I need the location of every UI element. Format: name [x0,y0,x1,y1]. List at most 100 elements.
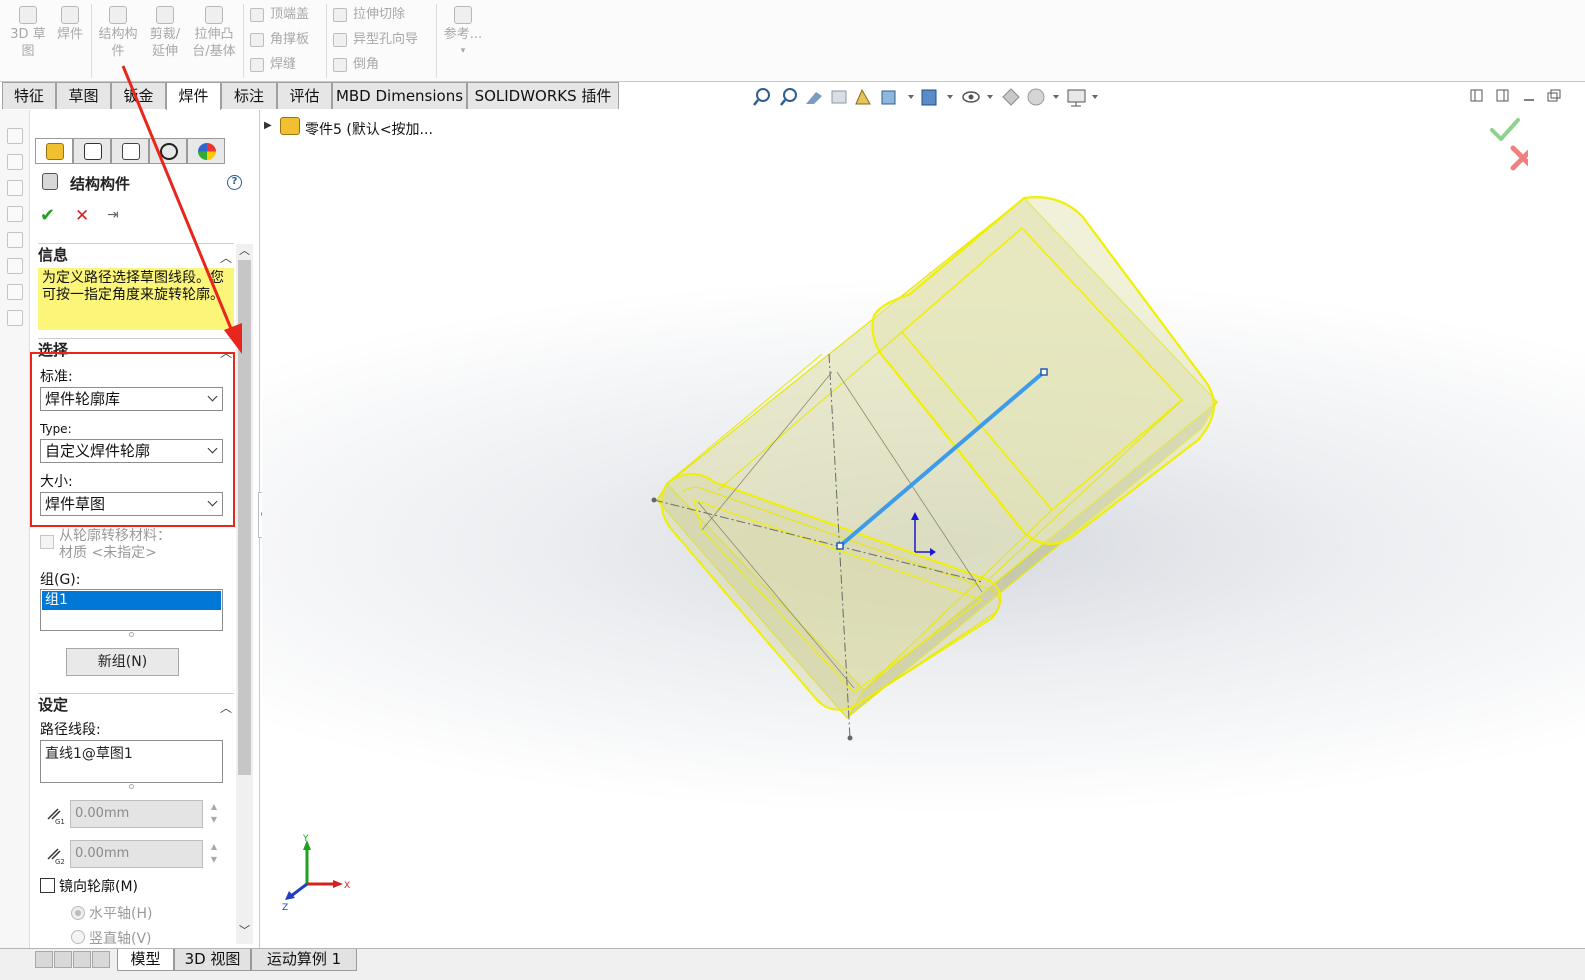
tab-motion-study[interactable]: 运动算例 1 [251,949,357,971]
weld-bead-button[interactable]: 焊缝 [248,55,296,75]
angle-g2-icon: G2 [44,843,66,866]
sketch-3d-icon [19,6,37,24]
zoom-to-area-icon[interactable] [780,88,797,106]
heads-up-view-toolbar [753,88,1098,107]
view-orientation-icon[interactable] [881,90,896,105]
extruded-boss-button[interactable]: 拉伸凸 台/基体 [188,6,240,60]
list-item[interactable]: 组1 [42,591,221,610]
tile-left-icon[interactable] [1470,89,1483,102]
trim-extend-button[interactable]: 剪裁/ 延伸 [144,6,186,60]
gusset-button[interactable]: 角撑板 [248,30,309,50]
resize-grip-icon[interactable] [129,784,134,789]
hole-wizard-icon [333,33,347,47]
group-label: 组(G): [40,572,81,588]
tile-right-icon[interactable] [1496,89,1509,102]
structural-member-preview[interactable] [651,196,1218,741]
extruded-cut-icon [333,8,347,22]
view-settings-caret[interactable] [1092,95,1098,99]
scroll-down-icon[interactable]: ﹀ [239,922,250,938]
material-label: 材质 <未指定> [59,545,157,561]
end-cap-icon [250,8,264,22]
property-manager-tab[interactable] [73,138,111,164]
annotation-highlight-box [30,352,235,527]
graphics-area[interactable]: ▶ 零件5 (默认<按加... Y X Z [262,110,1585,948]
tab-evaluate[interactable]: 评估 [277,82,332,109]
hide-show-caret[interactable] [987,95,993,99]
rapid-sketch-icon[interactable] [7,284,23,300]
new-group-button[interactable]: 新组(N) [66,648,179,676]
feature-tree-icon [46,143,64,160]
end-cap-button[interactable]: 顶端盖 [248,5,309,25]
feature-manager-tab[interactable] [35,138,73,164]
mirror-profile-checkbox[interactable] [40,878,55,893]
restore-icon[interactable] [1547,89,1561,102]
next-tab-icon[interactable] [73,951,91,968]
collapse-chevron-icon[interactable]: ︿ [220,697,232,719]
angle-g1-field[interactable]: 0.00mm [70,800,203,828]
zoom-to-fit-icon[interactable] [753,88,770,106]
display-style-caret[interactable] [947,95,953,99]
tab-solidworks-addins[interactable]: SOLIDWORKS 插件 [467,82,619,109]
view-settings-icon[interactable] [1067,89,1086,107]
previous-tab-icon[interactable] [54,951,72,968]
sketch-3d-label: 3D 草 [10,27,46,42]
trim-extend-icon [156,6,174,24]
sketch-text-icon[interactable] [7,128,23,144]
extruded-boss-label-2: 台/基体 [192,44,236,59]
reference-triad: Y X Z [282,834,350,912]
angle-g2-stepper[interactable]: ▲ ▼ [208,840,220,868]
tab-mbd-dimensions[interactable]: MBD Dimensions [332,82,467,109]
hide-show-items-icon[interactable] [962,91,980,103]
ok-button[interactable]: ✔ [40,205,55,226]
horizontal-axis-radio[interactable] [71,906,85,920]
angle-g1-stepper[interactable]: ▲ ▼ [208,800,220,828]
group-list[interactable]: 组1 [40,589,223,631]
resize-grip-icon[interactable] [129,632,134,637]
reference-dropdown-caret[interactable]: ▾ [440,43,486,60]
display-style-icon[interactable] [921,89,937,106]
path-segments-list[interactable]: 直线1@草图1 [40,740,223,783]
last-tab-icon[interactable] [92,951,110,968]
dynamic-annotation-icon[interactable] [855,88,871,105]
sketch-relation-icon[interactable] [7,154,23,170]
transfer-material-checkbox[interactable] [40,535,54,549]
hole-wizard-label: 异型孔向导 [353,32,419,47]
repair-sketch-icon[interactable] [7,232,23,248]
extruded-cut-label: 拉伸切除 [353,7,406,22]
chamfer-button[interactable]: 倒角 [331,55,379,75]
first-tab-icon[interactable] [35,951,53,968]
hole-wizard-button[interactable]: 异型孔向导 [331,30,418,50]
angle-g1-icon: G1 [44,803,66,826]
tab-3d-views[interactable]: 3D 视图 [174,949,251,971]
settings-section-header[interactable]: 设定 ︿ [38,693,234,715]
vertical-axis-label: 竖直轴(V) [89,931,152,947]
property-list-icon [84,143,102,160]
view-orientation-caret[interactable] [908,95,914,99]
apply-scene-icon[interactable] [1027,88,1045,106]
previous-view-icon[interactable] [806,92,822,104]
display-relations-icon[interactable] [7,206,23,222]
viewport-window-controls [1470,89,1561,102]
structural-member-button[interactable]: 结构构 件 [94,6,142,60]
triad-x-label: X [344,881,350,891]
list-item[interactable]: 直线1@草图1 [45,743,218,763]
tab-sketch[interactable]: 草图 [56,82,111,109]
sketch-3d-button[interactable]: 3D 草 图 [6,6,50,60]
tab-model[interactable]: 模型 [117,949,174,971]
instant-2d-icon[interactable] [7,310,23,326]
quick-snaps-icon[interactable] [7,258,23,274]
reference-geometry-button[interactable]: 参考... ▾ [440,6,486,60]
extruded-cut-button[interactable]: 拉伸切除 [331,5,405,25]
apply-scene-caret[interactable] [1053,95,1059,99]
section-view-icon[interactable] [831,90,847,104]
angle-g2-field[interactable]: 0.00mm [70,840,203,868]
cancel-button[interactable]: ✕ [75,206,89,226]
chamfer-icon [333,58,347,72]
edit-appearance-icon[interactable] [1002,88,1020,106]
weldment-button[interactable]: 焊件 [52,6,88,43]
tab-features[interactable]: 特征 [2,82,56,109]
vertical-axis-radio[interactable] [71,930,85,944]
weldment-label: 焊件 [56,27,83,42]
smart-dimension-icon[interactable] [7,180,23,196]
mirror-profile-label: 镜向轮廓(M) [59,879,139,895]
